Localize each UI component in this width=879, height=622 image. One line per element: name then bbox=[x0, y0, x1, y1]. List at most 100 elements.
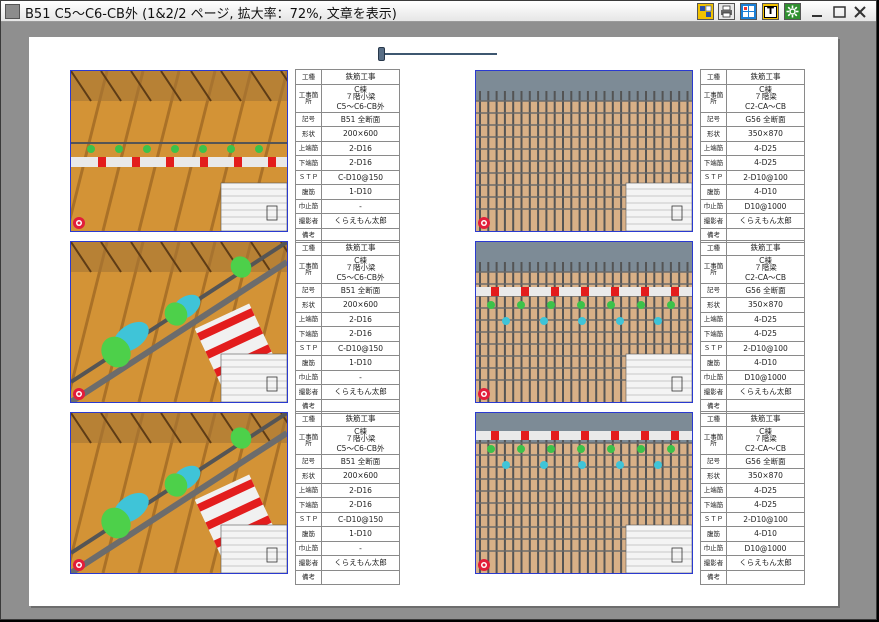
maximize-icon[interactable] bbox=[831, 3, 847, 20]
value-kigou: B51 全断面 bbox=[321, 111, 400, 127]
value-satsuei: くらえもん太郎 bbox=[321, 384, 400, 400]
value-satsuei: くらえもん太郎 bbox=[321, 213, 400, 229]
value-koushu: 鉄筋工事 bbox=[726, 240, 805, 256]
settings-icon[interactable] bbox=[784, 3, 801, 20]
value-koushu: 鉄筋工事 bbox=[321, 240, 400, 256]
value-shitaba: 4-D25 bbox=[726, 497, 805, 513]
layout-icon[interactable] bbox=[697, 3, 714, 20]
label-koushu: 工種 bbox=[295, 240, 322, 256]
close-icon[interactable] bbox=[852, 3, 868, 20]
label-satsuei: 撮影者 bbox=[700, 555, 727, 571]
site-photo bbox=[70, 412, 288, 574]
value-floor: ７階小梁 bbox=[345, 92, 376, 102]
value-stp: C-D10@150 bbox=[321, 169, 400, 185]
value-uwaba: 4-D25 bbox=[726, 311, 805, 327]
value-habadome: D10@1000 bbox=[726, 369, 805, 385]
label-fukkin: 腹筋 bbox=[295, 526, 322, 542]
value-habadome: - bbox=[321, 198, 400, 214]
value-fukkin: 4-D10 bbox=[726, 355, 805, 371]
grid-icon[interactable] bbox=[740, 3, 757, 20]
value-bikou bbox=[321, 569, 400, 585]
page-slider-track[interactable] bbox=[382, 53, 497, 55]
page-slider-handle[interactable] bbox=[378, 47, 385, 61]
label-keijou: 形状 bbox=[295, 468, 322, 484]
label-kouji-kasho: 工事箇所 bbox=[295, 254, 322, 284]
label-uwaba: 上端筋 bbox=[700, 311, 727, 327]
value-uwaba: 4-D25 bbox=[726, 140, 805, 156]
value-habadome: D10@1000 bbox=[726, 540, 805, 556]
value-shitaba: 2-D16 bbox=[321, 326, 400, 342]
value-kigou: G56 全断面 bbox=[726, 282, 805, 298]
label-bikou: 備考 bbox=[295, 569, 322, 585]
label-keijou: 形状 bbox=[700, 126, 727, 142]
label-satsuei: 撮影者 bbox=[295, 555, 322, 571]
value-fukkin: 4-D10 bbox=[726, 526, 805, 542]
label-habadome: 巾止筋 bbox=[295, 540, 322, 556]
minimize-icon[interactable] bbox=[809, 3, 825, 20]
value-uwaba: 4-D25 bbox=[726, 482, 805, 498]
value-location: C2-CA～CB bbox=[745, 272, 786, 282]
label-koushu: 工種 bbox=[700, 69, 727, 85]
value-keijou: 350×870 bbox=[726, 468, 805, 484]
value-fukkin: 1-D10 bbox=[321, 526, 400, 542]
label-keijou: 形状 bbox=[700, 468, 727, 484]
label-habadome: 巾止筋 bbox=[700, 369, 727, 385]
value-location: C5～C6-CB外 bbox=[336, 272, 385, 282]
value-habadome: D10@1000 bbox=[726, 198, 805, 214]
label-habadome: 巾止筋 bbox=[295, 369, 322, 385]
value-stp: 2-D10@100 bbox=[726, 169, 805, 185]
label-satsuei: 撮影者 bbox=[700, 213, 727, 229]
label-kigou: 記号 bbox=[295, 111, 322, 127]
label-shitaba: 下端筋 bbox=[700, 155, 727, 171]
value-floor: ７階梁 bbox=[754, 434, 777, 444]
title-bar[interactable]: B51 C5～C6-CB外 (1&2/2 ページ, 拡大率：72%, 文章を表示… bbox=[1, 1, 876, 22]
label-stp: ＳＴＰ bbox=[700, 169, 727, 185]
label-koushu: 工種 bbox=[295, 411, 322, 427]
label-kouji-kasho: 工事箇所 bbox=[700, 83, 727, 113]
print-icon[interactable] bbox=[718, 3, 735, 20]
value-location: C5～C6-CB外 bbox=[336, 443, 385, 453]
label-keijou: 形状 bbox=[700, 297, 727, 313]
photo-info-table: 工種 鉄筋工事 工事箇所 C棟 ７階小梁 C5～C6-CB外 記号 B51 全断面 形状 2… bbox=[295, 411, 400, 585]
value-stp: C-D10@150 bbox=[321, 340, 400, 356]
label-uwaba: 上端筋 bbox=[295, 482, 322, 498]
value-location: C2-CA～CB bbox=[745, 443, 786, 453]
label-fukkin: 腹筋 bbox=[700, 184, 727, 200]
label-satsuei: 撮影者 bbox=[295, 213, 322, 229]
label-uwaba: 上端筋 bbox=[700, 482, 727, 498]
value-habadome: - bbox=[321, 540, 400, 556]
label-kigou: 記号 bbox=[295, 453, 322, 469]
value-koushu: 鉄筋工事 bbox=[726, 411, 805, 427]
value-kigou: B51 全断面 bbox=[321, 282, 400, 298]
value-satsuei: くらえもん太郎 bbox=[321, 555, 400, 571]
site-photo bbox=[475, 70, 693, 232]
value-fukkin: 1-D10 bbox=[321, 355, 400, 371]
value-floor: ７階梁 bbox=[754, 92, 777, 102]
value-location: C5～C6-CB外 bbox=[336, 101, 385, 111]
label-habadome: 巾止筋 bbox=[700, 540, 727, 556]
value-stp: 2-D10@100 bbox=[726, 511, 805, 527]
value-kigou: G56 全断面 bbox=[726, 453, 805, 469]
label-stp: ＳＴＰ bbox=[295, 511, 322, 527]
site-photo bbox=[475, 412, 693, 574]
label-keijou: 形状 bbox=[295, 297, 322, 313]
value-fukkin: 4-D10 bbox=[726, 184, 805, 200]
text-icon[interactable]: T bbox=[762, 3, 779, 20]
label-koushu: 工種 bbox=[295, 69, 322, 85]
label-shitaba: 下端筋 bbox=[700, 326, 727, 342]
value-shitaba: 2-D16 bbox=[321, 155, 400, 171]
value-keijou: 200×600 bbox=[321, 297, 400, 313]
label-stp: ＳＴＰ bbox=[700, 511, 727, 527]
label-uwaba: 上端筋 bbox=[295, 311, 322, 327]
value-koushu: 鉄筋工事 bbox=[726, 69, 805, 85]
label-fukkin: 腹筋 bbox=[700, 355, 727, 371]
value-koushu: 鉄筋工事 bbox=[321, 411, 400, 427]
label-shitaba: 下端筋 bbox=[295, 326, 322, 342]
value-kigou: G56 全断面 bbox=[726, 111, 805, 127]
value-stp: 2-D10@100 bbox=[726, 340, 805, 356]
photo-info-table: 工種 鉄筋工事 工事箇所 C棟 ７階小梁 C5～C6-CB外 記号 B51 全断面 形状 2… bbox=[295, 69, 400, 243]
value-location: C2-CA～CB bbox=[745, 101, 786, 111]
value-bikou bbox=[726, 569, 805, 585]
label-fukkin: 腹筋 bbox=[295, 184, 322, 200]
photo-info-table: 工種 鉄筋工事 工事箇所 C棟 ７階梁 C2-CA～CB 記号 G56 全断面 形状 350… bbox=[700, 69, 805, 243]
